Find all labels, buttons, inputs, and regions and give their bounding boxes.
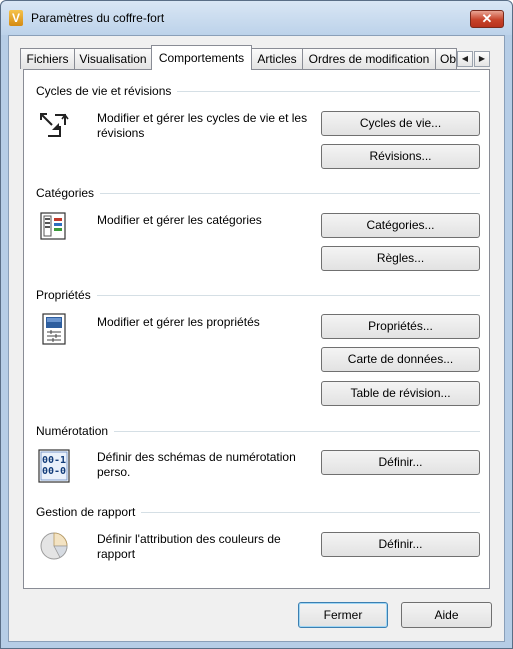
tab-scroll-right-button[interactable]: ▶ (474, 51, 490, 67)
definir-numerotation-button[interactable]: Définir... (321, 450, 480, 475)
lifecycle-arrows-icon (40, 113, 69, 137)
properties-description: Modifier et gérer les propriétés (97, 315, 260, 329)
proprietes-button[interactable]: Propriétés... (321, 314, 480, 339)
title-bar[interactable]: V Paramètres du coffre-fort ✕ (1, 1, 512, 35)
definir-rapport-button[interactable]: Définir... (321, 532, 480, 557)
section-separator (36, 193, 480, 194)
aide-button[interactable]: Aide (401, 602, 492, 628)
tab-visualisation[interactable]: Visualisation (74, 48, 152, 69)
categories-description: Modifier et gérer les catégories (97, 213, 262, 227)
cycles-de-vie-button[interactable]: Cycles de vie... (321, 111, 480, 136)
tab-articles[interactable]: Articles (251, 48, 303, 69)
revisions-button[interactable]: Révisions... (321, 144, 480, 169)
numbering-description: Définir des schémas de numérotation pers… (97, 450, 296, 479)
numbering-icon: 00-1 00-0 (38, 449, 70, 483)
section-title-numbering: Numérotation (36, 424, 115, 438)
fermer-button[interactable]: Fermer (298, 602, 388, 628)
report-description: Définir l'attribution des couleurs de ra… (97, 532, 281, 561)
section-separator (36, 295, 480, 296)
section-title-lifecycle: Cycles de vie et révisions (36, 84, 178, 98)
regles-button[interactable]: Règles... (321, 246, 480, 271)
carte-de-donnees-button[interactable]: Carte de données... (321, 347, 480, 372)
categories-button[interactable]: Catégories... (321, 213, 480, 238)
window-title: Paramètres du coffre-fort (31, 11, 165, 25)
tab-scroll-left-button[interactable]: ◀ (457, 51, 473, 67)
section-title-properties: Propriétés (36, 288, 97, 302)
tab-ob[interactable]: Ob (435, 48, 457, 69)
numbering-icon-text-2: 00-0 (42, 466, 67, 477)
close-window-button[interactable]: ✕ (470, 10, 504, 28)
categories-icon (40, 212, 66, 240)
vault-app-icon: V (9, 10, 23, 26)
properties-icon (42, 313, 66, 345)
numbering-icon-text-1: 00-1 (42, 455, 67, 466)
pie-chart-icon (40, 532, 68, 560)
lifecycle-description: Modifier et gérer les cycles de vie et l… (97, 111, 308, 140)
tab-fichiers[interactable]: Fichiers (20, 48, 75, 69)
section-title-categories: Catégories (36, 186, 101, 200)
table-de-revision-button[interactable]: Table de révision... (321, 381, 480, 406)
section-title-report: Gestion de rapport (36, 505, 142, 519)
tab-ordres-de-modification[interactable]: Ordres de modification (302, 48, 436, 69)
tab-comportements[interactable]: Comportements (151, 45, 252, 70)
